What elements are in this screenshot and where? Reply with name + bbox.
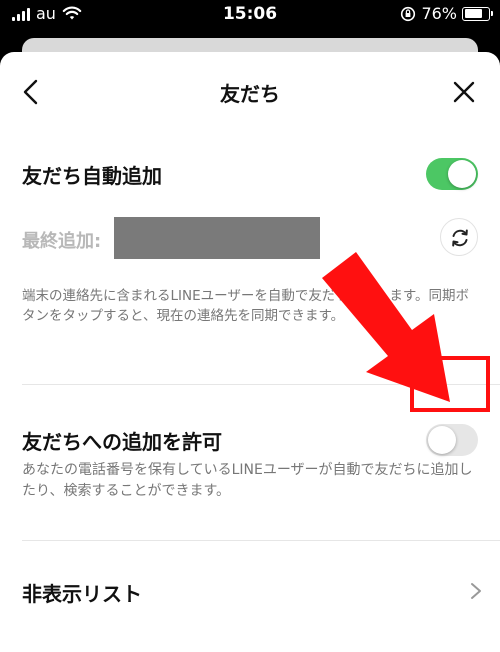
- red-arrow-icon: [322, 252, 450, 402]
